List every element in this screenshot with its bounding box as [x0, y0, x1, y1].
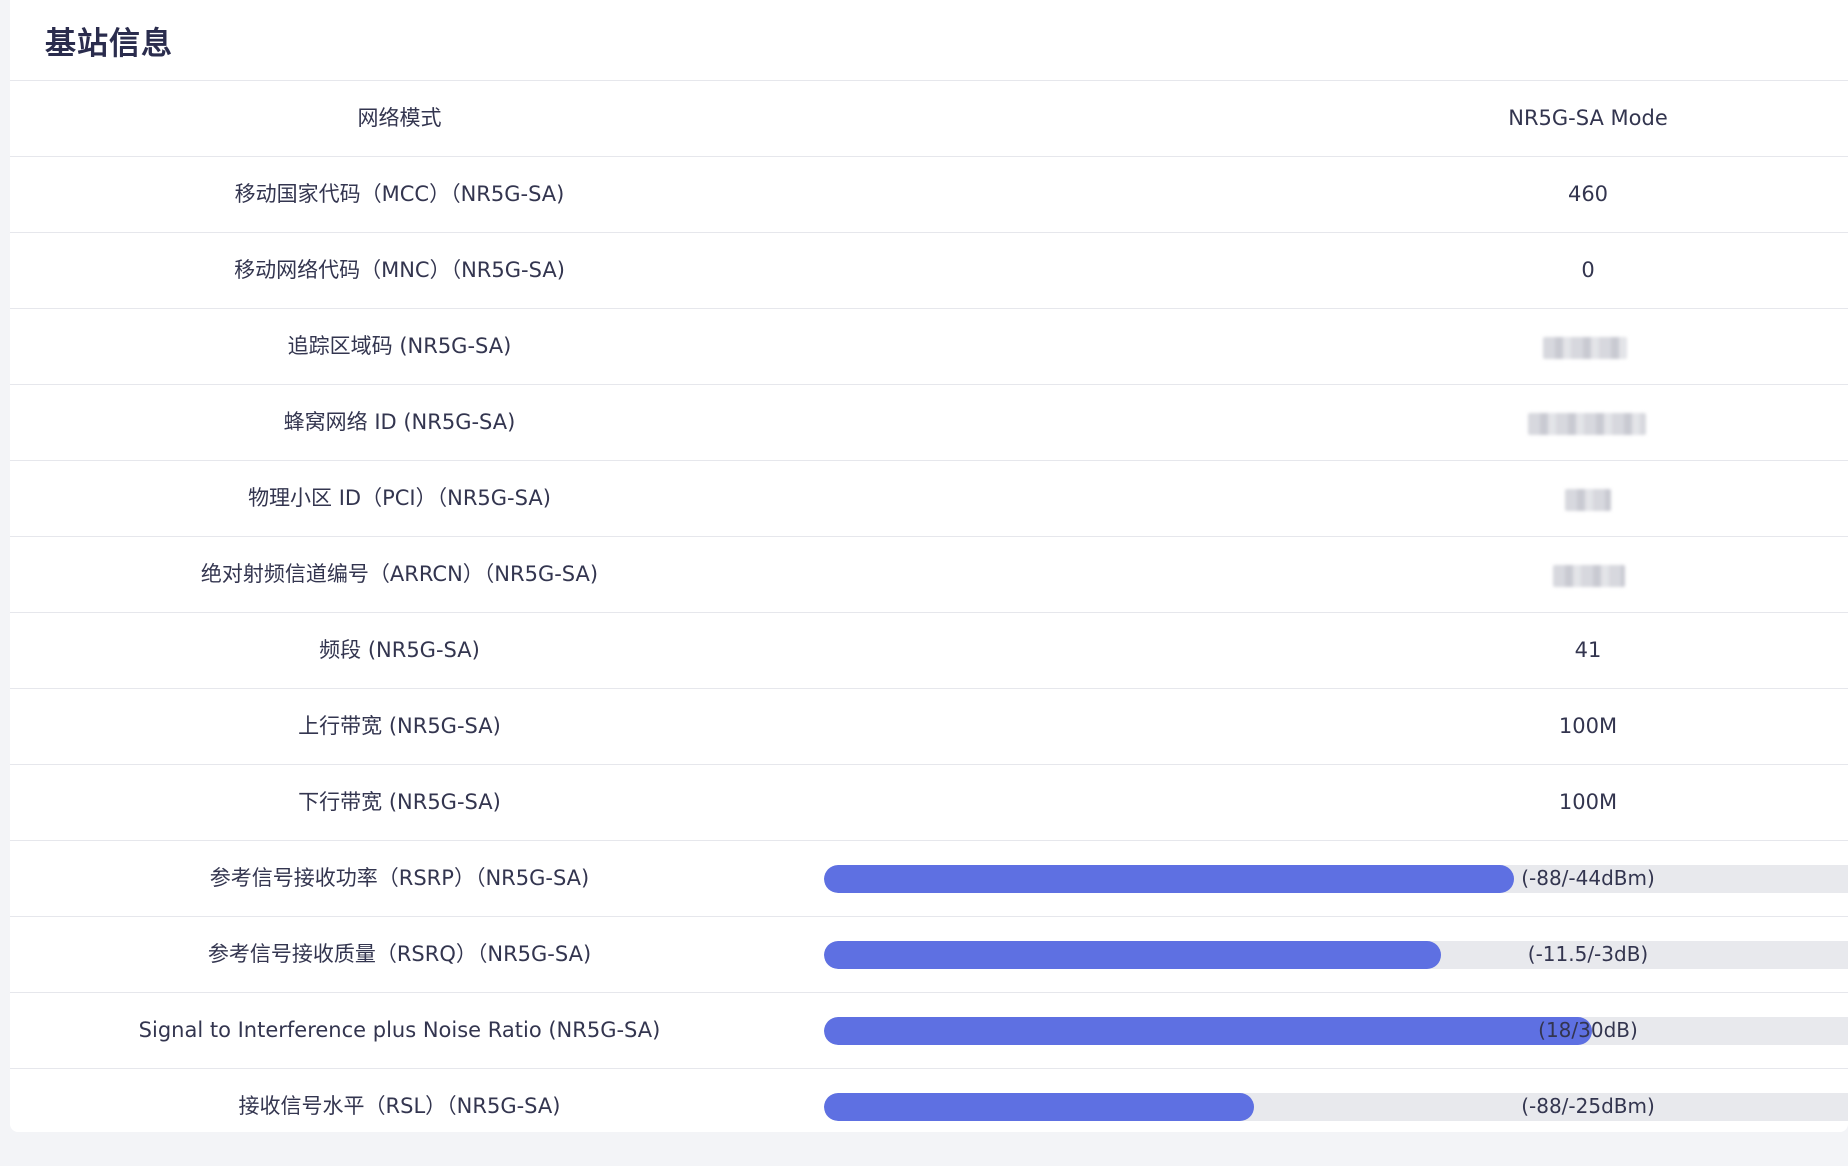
- row-value: 0: [1581, 258, 1595, 282]
- row-label: 移动国家代码（MCC）（NR5G-SA): [234, 182, 565, 206]
- row-rsl: 接收信号水平（RSL）（NR5G-SA) (-88/-25dBm): [10, 1069, 1848, 1144]
- redacted-value: [1565, 489, 1611, 511]
- row-value: 100M: [1558, 714, 1618, 738]
- base-station-info-card: 基站信息 网络模式 NR5G-SA Mode 移动国家代码（MCC）（NR5G-…: [10, 0, 1848, 1132]
- row-label: Signal to Interference plus Noise Ratio …: [138, 1018, 661, 1042]
- row-tac: 追踪区域码 (NR5G-SA): [10, 309, 1848, 385]
- signal-value: (-88/-25dBm): [1521, 1094, 1655, 1118]
- row-value: 100M: [1558, 790, 1618, 814]
- redacted-value: [1553, 565, 1625, 587]
- row-label: 参考信号接收质量（RSRQ）（NR5G-SA): [207, 942, 592, 966]
- signal-bar-fill: [824, 1093, 1255, 1121]
- row-mnc: 移动网络代码（MNC）（NR5G-SA) 0: [10, 233, 1848, 309]
- signal-value: (-88/-44dBm): [1521, 866, 1655, 890]
- row-rsrq: 参考信号接收质量（RSRQ）（NR5G-SA) (-11.5/-3dB): [10, 917, 1848, 993]
- info-table: 网络模式 NR5G-SA Mode 移动国家代码（MCC）（NR5G-SA) 4…: [10, 81, 1848, 1144]
- row-value: 460: [1567, 182, 1609, 206]
- row-label: 上行带宽 (NR5G-SA): [298, 714, 501, 738]
- row-arfcn: 绝对射频信道编号（ARRCN）（NR5G-SA): [10, 537, 1848, 613]
- row-network-mode: 网络模式 NR5G-SA Mode: [10, 81, 1848, 157]
- row-label: 绝对射频信道编号（ARRCN）（NR5G-SA): [200, 562, 599, 586]
- row-label: 下行带宽 (NR5G-SA): [298, 790, 501, 814]
- row-label: 物理小区 ID（PCI）（NR5G-SA): [248, 486, 551, 510]
- row-label: 频段 (NR5G-SA): [319, 638, 480, 662]
- row-value: NR5G-SA Mode: [1508, 106, 1668, 130]
- row-band: 频段 (NR5G-SA) 41: [10, 613, 1848, 689]
- row-downlink-bandwidth: 下行带宽 (NR5G-SA) 100M: [10, 765, 1848, 841]
- row-label: 参考信号接收功率（RSRP）（NR5G-SA): [209, 866, 590, 890]
- row-label: 移动网络代码（MNC）（NR5G-SA): [234, 258, 565, 282]
- row-mcc: 移动国家代码（MCC）（NR5G-SA) 460: [10, 157, 1848, 233]
- row-label: 蜂窝网络 ID (NR5G-SA): [283, 410, 516, 434]
- card-header: 基站信息: [10, 0, 1848, 81]
- signal-bar-fill: [824, 941, 1442, 969]
- row-uplink-bandwidth: 上行带宽 (NR5G-SA) 100M: [10, 689, 1848, 765]
- signal-value: (18/30dB): [1538, 1018, 1638, 1042]
- row-label: 追踪区域码 (NR5G-SA): [287, 334, 512, 358]
- redacted-value: [1543, 337, 1627, 359]
- row-label: 接收信号水平（RSL）（NR5G-SA): [238, 1094, 561, 1118]
- row-pci: 物理小区 ID（PCI）（NR5G-SA): [10, 461, 1848, 537]
- signal-value: (-11.5/-3dB): [1527, 942, 1649, 966]
- page-title: 基站信息: [45, 26, 173, 62]
- row-value: 41: [1574, 638, 1602, 662]
- row-rsrp: 参考信号接收功率（RSRP）（NR5G-SA) (-88/-44dBm): [10, 841, 1848, 917]
- row-sinr: Signal to Interference plus Noise Ratio …: [10, 993, 1848, 1069]
- redacted-value: [1528, 413, 1646, 435]
- row-label: 网络模式: [357, 106, 442, 130]
- row-cell-id: 蜂窝网络 ID (NR5G-SA): [10, 385, 1848, 461]
